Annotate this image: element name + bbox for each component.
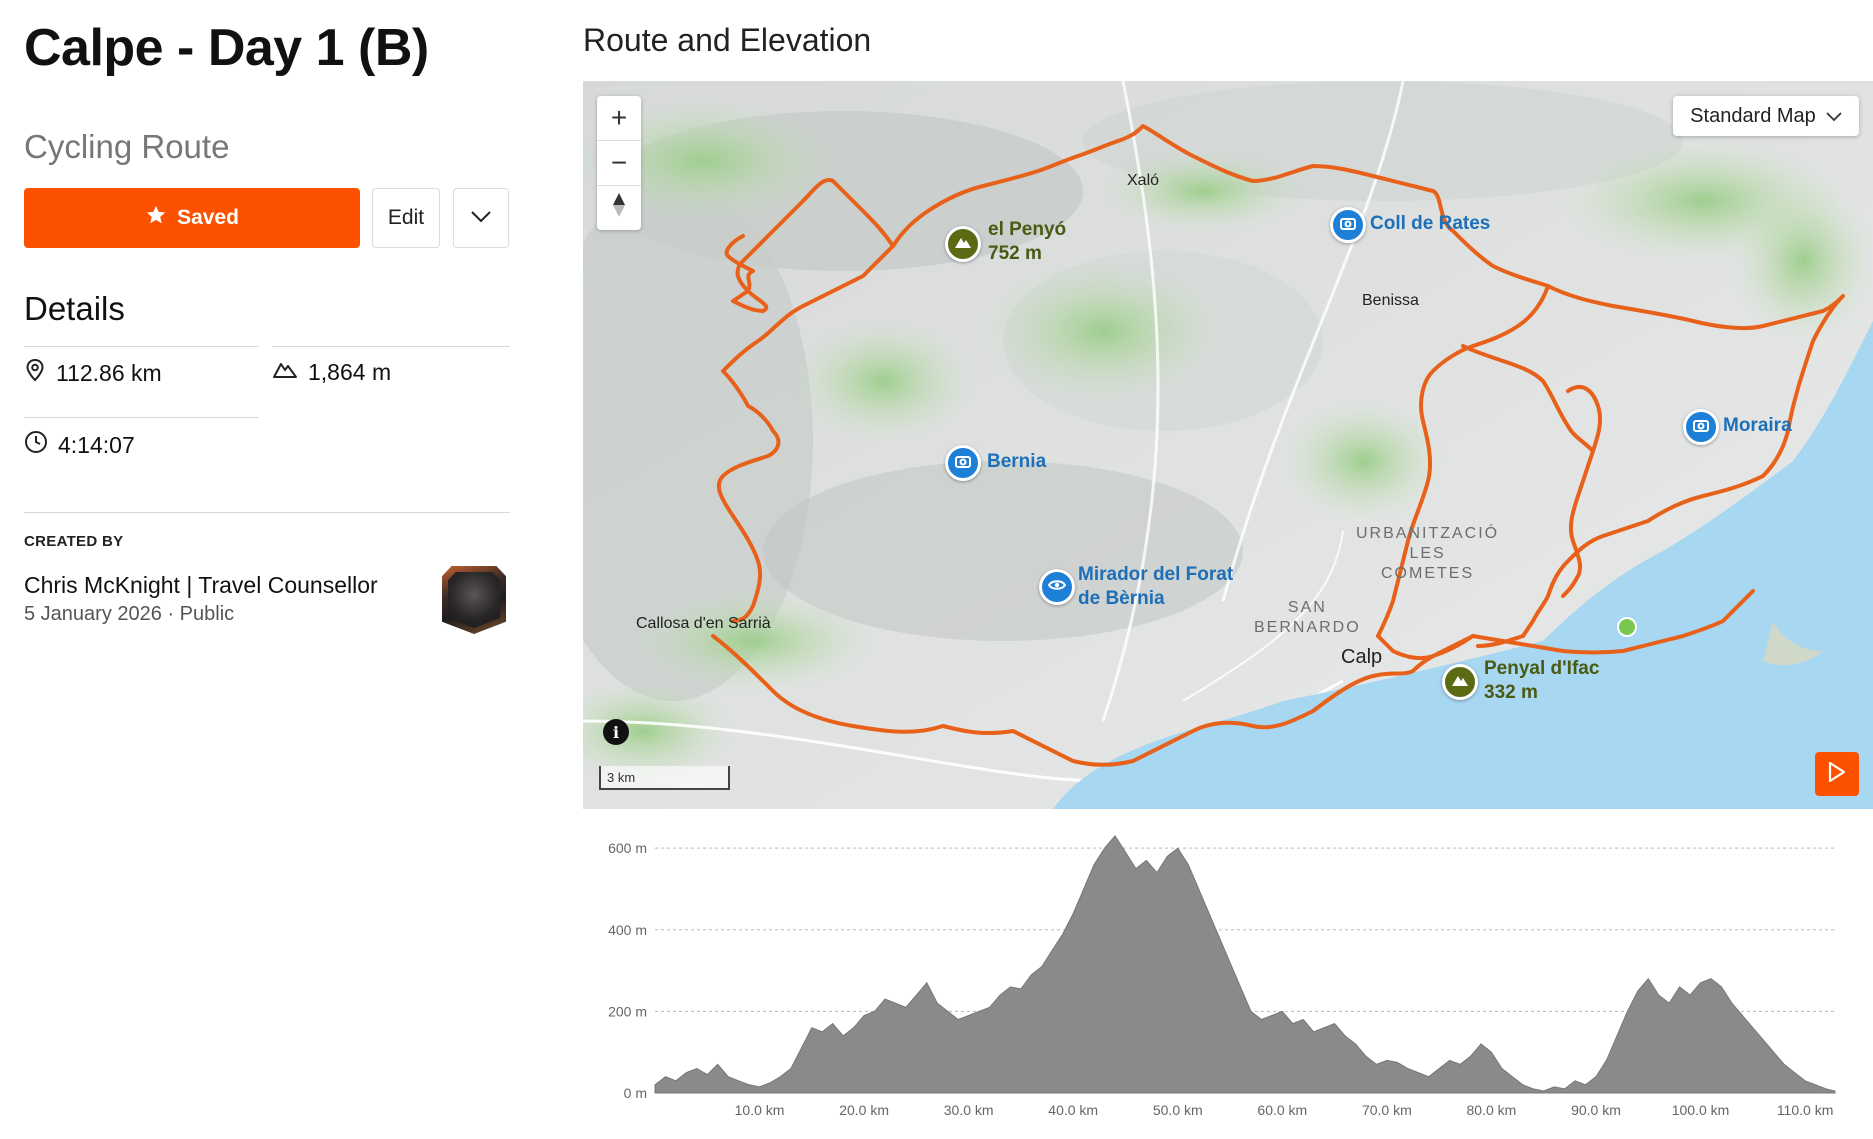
poi-ifac-elev: 332 m [1484,682,1538,703]
duration-stat: 4:14:07 [24,430,135,460]
x-tick-label: 80.0 km [1467,1102,1517,1118]
x-tick-label: 90.0 km [1571,1102,1621,1118]
route-title: Calpe - Day 1 (B) [24,19,429,77]
poi-moraira: Moraira [1723,415,1792,436]
section-heading: Route and Elevation [583,22,872,58]
camera-icon [1693,418,1709,437]
details-heading: Details [24,290,125,327]
district-urbanitzacio: URBANITZACIÓ LES COMETES [1356,525,1500,582]
mountain-icon [1451,673,1469,692]
created-by-label: CREATED BY [24,533,124,550]
poi-penyo-label: el Penyó 752 m [988,218,1066,266]
plus-icon: + [610,102,628,133]
chevron-down-icon [1826,105,1842,128]
play-icon [1827,761,1847,788]
elevation-value: 1,864 m [308,358,392,385]
camera-marker[interactable] [945,445,981,481]
clock-icon [24,430,48,460]
poi-mirador-label: Mirador del Forat de Bèrnia [1078,563,1233,611]
district-san-bernardo: SAN BERNARDO [1254,599,1361,636]
camera-icon [955,454,971,473]
x-tick-label: 100.0 km [1672,1102,1730,1118]
x-tick-label: 30.0 km [944,1102,994,1118]
elevation-profile[interactable]: 10.0 km 20.0 km 30.0 km 40.0 km 50.0 km 60.0 … [583,820,1873,1134]
poi-mirador-line2: de Bèrnia [1078,588,1165,609]
x-tick-label: 60.0 km [1257,1102,1307,1118]
duration-value: 4:14:07 [58,431,135,458]
visibility: Public [179,603,235,625]
poi-penyo-name: el Penyó [988,219,1067,240]
creator-name[interactable]: Chris McKnight | Travel Counsellor [24,572,378,599]
info-icon[interactable]: i [603,719,629,745]
place-benissa: Benissa [1362,292,1419,309]
chevron-down-icon [470,210,492,227]
y-tick-label: 600 m [608,840,647,856]
viewpoint-marker[interactable] [1039,569,1075,605]
x-tick-label: 40.0 km [1048,1102,1098,1118]
saved-label: Saved [177,206,239,229]
zoom-controls: + − [597,96,641,230]
place-calp: Calp [1341,646,1383,668]
saved-button[interactable]: Saved [24,188,360,248]
map-scale: 3 km [599,766,730,790]
route-map[interactable] [583,81,1873,809]
divider [24,512,510,513]
separator-dot: · [167,603,180,625]
poi-penyo-elev: 752 m [988,243,1042,264]
eye-icon [1047,578,1067,596]
location-pin-icon [24,358,46,388]
star-icon [145,204,167,232]
mountain-icon [272,358,298,386]
avatar-photo [448,572,500,628]
divider [24,346,259,347]
poi-mirador-line1: Mirador del Forat [1078,564,1234,585]
route-meta: 5 January 2026 · Public [24,603,234,626]
mountain-icon [954,235,972,254]
map-type-select[interactable]: Standard Map [1673,96,1859,136]
poi-coll-de-rates: Coll de Rates [1370,213,1491,234]
place-xalo: Xaló [1127,172,1160,189]
more-options-button[interactable] [453,188,509,248]
camera-marker[interactable] [1330,207,1366,243]
poi-ifac-name: Penyal d'Ifac [1484,658,1600,679]
divider [24,417,259,418]
zoom-in-button[interactable]: + [597,96,641,141]
x-tick-label: 50.0 km [1153,1102,1203,1118]
x-tick-label: 70.0 km [1362,1102,1412,1118]
y-tick-label: 400 m [608,922,647,938]
camera-marker[interactable] [1683,409,1719,445]
flyby-play-button[interactable] [1815,752,1859,796]
y-tick-label: 0 m [624,1085,647,1101]
elevation-area [654,835,1836,1094]
y-tick-label: 200 m [608,1003,647,1019]
place-callosa: Callosa d'en Sarrià [636,615,771,632]
x-tick-label: 20.0 km [839,1102,889,1118]
divider [272,346,510,347]
peak-marker[interactable] [945,226,981,262]
poi-bernia: Bernia [987,451,1047,472]
distance-stat: 112.86 km [24,358,162,388]
elevation-stat: 1,864 m [272,358,391,386]
peak-marker[interactable] [1442,664,1478,700]
x-tick-label: 10.0 km [735,1102,785,1118]
distance-value: 112.86 km [56,359,162,386]
minus-icon: − [610,147,628,178]
compass-button[interactable] [597,186,641,230]
created-date: 5 January 2026 [24,603,162,625]
compass-icon [612,192,626,225]
x-tick-label: 110.0 km [1777,1102,1834,1118]
poi-ifac-label: Penyal d'Ifac 332 m [1484,657,1599,705]
route-type: Cycling Route [24,128,230,165]
edit-button[interactable]: Edit [372,188,440,248]
camera-icon [1340,216,1356,235]
map-type-label: Standard Map [1690,104,1816,127]
zoom-out-button[interactable]: − [597,141,641,186]
